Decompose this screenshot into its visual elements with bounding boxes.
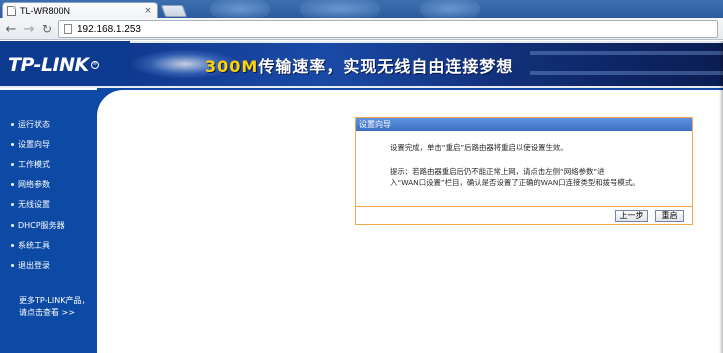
panel-footer: 上一步 重启 [356,206,692,224]
tab-close-icon[interactable]: × [142,6,154,16]
sidebar-item-label: 退出登录 [18,260,50,270]
panel-title: 设置向导 [356,118,692,131]
bullet-icon [11,263,14,267]
tabstrip-decoration [300,0,380,18]
back-arrow-icon[interactable]: ← [3,21,19,37]
bullet-icon [11,142,14,146]
bullet-icon [11,122,14,126]
new-tab-button[interactable] [160,5,188,17]
slogan-text: 传输速率，实现无线自由连接梦想 [258,57,514,76]
header-slogan: 300M传输速率，实现无线自由连接梦想 [205,53,513,77]
sidebar-item-label: 运行状态 [18,119,50,129]
sidebar-item-label: DHCP服务器 [18,220,65,230]
address-bar[interactable]: 192.168.1.253 [58,20,718,38]
sidebar-item-work-mode[interactable]: 工作模式 [0,154,97,174]
slogan-accent: 300M [205,57,259,76]
page-favicon-icon [7,6,16,16]
sidebar-item-system-tools[interactable]: 系统工具 [0,235,97,255]
hint-line-1: 提示：若路由器重启后仍不能正常上网，请点击左侧“网络参数”进 [390,166,605,176]
sidebar-item-dhcp[interactable]: DHCP服务器 [0,215,97,235]
reload-icon[interactable]: ↻ [39,21,55,37]
logo-area: TP-LINK ® [0,41,130,88]
hint-line-2: 入“WAN口设置”栏目，确认是否设置了正确的WAN口连接类型和拨号模式。 [390,178,640,187]
sidebar-item-setup-wizard[interactable]: 设置向导 [0,134,97,154]
header-deco-bar [530,51,723,55]
sidebar-item-logout[interactable]: 退出登录 [0,255,97,275]
browser-tab-strip: TL-WR800N × [0,0,723,18]
tabstrip-decoration [210,0,270,18]
sidebar-item-label: 工作模式 [18,159,50,169]
more-products-link[interactable]: 更多TP-LINK产品， 请点击查看 >> [19,295,89,319]
sidebar-item-label: 系统工具 [18,240,50,250]
sidebar-item-label: 网络参数 [18,180,50,190]
completion-message: 设置完成，单击“重启”后路由器将重启以使设置生效。 [390,143,568,152]
router-header-banner: TP-LINK ® 300M传输速率，实现无线自由连接梦想 [0,41,723,88]
page-icon [64,24,72,34]
browser-tab[interactable]: TL-WR800N × [2,2,158,18]
forward-arrow-icon[interactable]: → [21,21,37,37]
sidebar-item-status[interactable]: 运行状态 [0,114,97,134]
bullet-icon [11,183,14,187]
sidebar-item-label: 设置向导 [18,139,50,149]
content-rounded-corner [97,90,127,120]
registered-mark: ® [90,60,99,69]
more-products-line1: 更多TP-LINK产品， [19,296,90,305]
more-products-line2: 请点击查看 >> [19,308,75,317]
previous-step-button[interactable]: 上一步 [615,210,648,222]
panel-body: 设置完成，单击“重启”后路由器将重启以使设置生效。 提示：若路由器重启后仍不能正… [356,131,692,189]
browser-toolbar: ← → ↻ 192.168.1.253 [0,18,723,40]
url-text[interactable]: 192.168.1.253 [77,24,141,35]
tp-link-logo: TP-LINK [8,53,89,76]
bullet-icon [11,162,14,166]
tab-title: TL-WR800N [20,6,71,16]
sidebar-item-wireless[interactable]: 无线设置 [0,195,97,215]
header-deco-bar [530,71,723,75]
sidebar-item-network[interactable]: 网络参数 [0,175,97,195]
bullet-icon [11,203,14,207]
bullet-icon [11,223,14,227]
setup-wizard-panel: 设置向导 设置完成，单击“重启”后路由器将重启以使设置生效。 提示：若路由器重启… [355,117,693,225]
sidebar-nav: 运行状态 设置向导 工作模式 网络参数 无线设置 DHCP服务器 系统工具 退出… [0,90,97,353]
reboot-button[interactable]: 重启 [655,210,684,222]
window-right-shadow [719,41,723,353]
tabstrip-decoration [420,0,480,18]
bullet-icon [11,243,14,247]
sidebar-item-label: 无线设置 [18,200,50,210]
